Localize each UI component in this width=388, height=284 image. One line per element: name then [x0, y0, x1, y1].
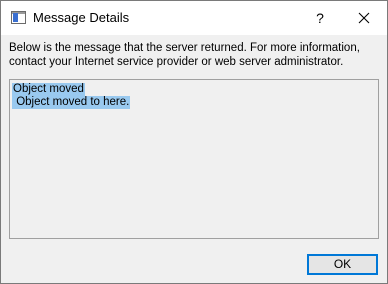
info-message-line-2: contact your Internet service provider o… — [9, 56, 344, 68]
close-icon — [358, 12, 370, 24]
ok-button[interactable]: OK — [307, 254, 378, 275]
title-bar[interactable]: Message Details ? — [1, 1, 387, 35]
info-message: Below is the message that the server ret… — [9, 41, 381, 69]
info-message-line-1: Below is the message that the server ret… — [9, 42, 360, 54]
message-details-dialog: Message Details ? Below is the message t… — [0, 0, 388, 284]
response-line: Object moved — [12, 83, 85, 96]
help-button[interactable]: ? — [297, 1, 343, 35]
window-icon — [11, 11, 26, 24]
server-response-textbox[interactable]: Object moved Object moved to here. — [9, 79, 379, 239]
window-title: Message Details — [33, 10, 130, 25]
close-button[interactable] — [341, 1, 387, 35]
response-line: Object moved to here. — [12, 96, 131, 109]
